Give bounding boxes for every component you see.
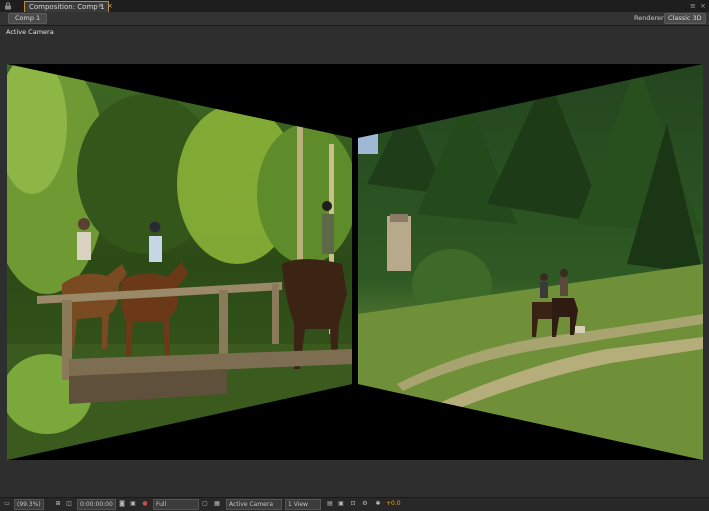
resolution-dropdown[interactable]: Full [153,499,199,510]
left-3d-layer[interactable] [7,64,357,460]
renderer-label: Renderer: [634,14,666,22]
exposure-value[interactable]: +0.0 [386,499,401,508]
mask-visibility-icon[interactable]: ◫ [65,499,73,508]
right-3d-layer[interactable] [358,64,703,460]
flowchart-icon[interactable]: ⚙ [361,499,369,508]
transparency-grid-icon[interactable]: ▦ [213,499,221,508]
renderer-button[interactable]: Classic 3D [664,13,706,24]
3d-view-dropdown[interactable]: Active Camera [226,499,282,510]
title-action-safe-icon[interactable]: ⊞ [54,499,62,508]
current-time-field[interactable]: 0:00:00:00 [77,499,116,510]
pixel-aspect-icon[interactable]: ▤ [326,499,334,508]
comp-breadcrumb-button[interactable]: Comp 1 [8,13,48,24]
show-snapshot-icon[interactable]: ▣ [129,499,137,508]
view-label: Active Camera [6,28,54,36]
tab-menu-icon[interactable]: ≡ [98,1,106,11]
timeline-icon[interactable]: ⊡ [349,499,357,508]
composition-navigator-bar [0,12,709,26]
magnification-dropdown[interactable]: (99.3%) [14,499,44,510]
tab-close-icon[interactable]: × [107,1,115,11]
region-of-interest-icon[interactable]: ▢ [201,499,209,508]
fast-previews-icon[interactable]: ▣ [337,499,345,508]
color-channels-icon[interactable]: ● [141,499,149,508]
snapshot-camera-icon[interactable]: ◙ [118,499,126,508]
composition-canvas[interactable] [7,64,703,460]
panel-close-icon[interactable]: × [700,1,708,11]
lock-icon[interactable] [4,2,13,10]
tab-composition[interactable]: Composition: Comp 1 [24,1,110,12]
scene-render [7,64,703,460]
view-layout-dropdown[interactable]: 1 View [285,499,321,510]
panel-menu-icon[interactable]: ≡ [690,1,698,11]
always-preview-icon[interactable]: ▭ [3,499,11,508]
exposure-icon[interactable]: ✱ [374,499,382,508]
